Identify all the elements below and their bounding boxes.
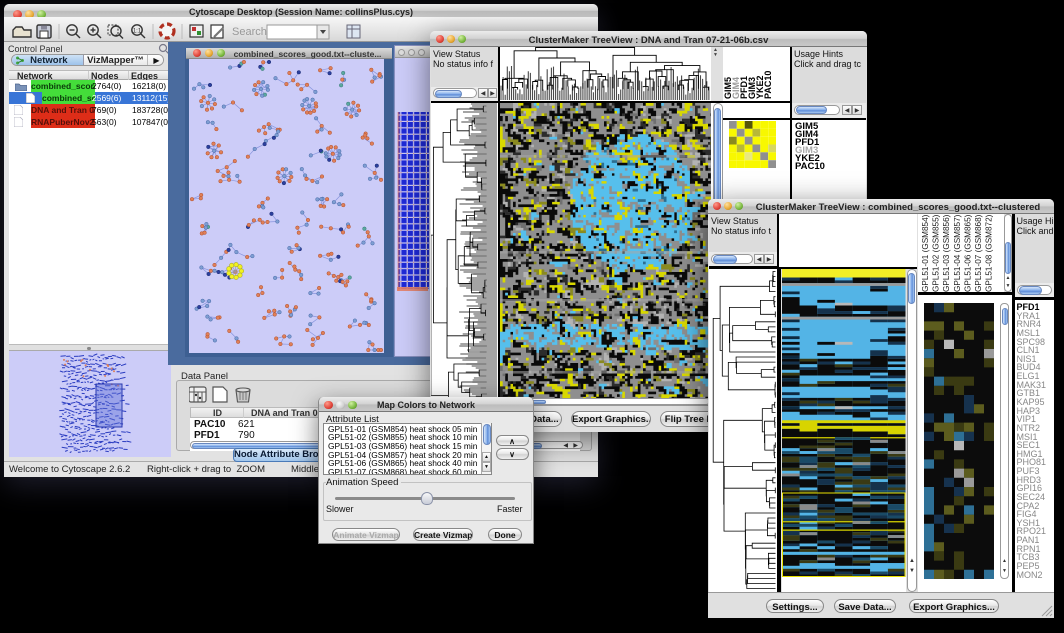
svg-text:GPL51-08 (GSM872): GPL51-08 (GSM872) — [985, 214, 994, 292]
svg-text:GPL51-07 (GSM868): GPL51-07 (GSM868) — [974, 214, 983, 292]
svg-text:GPL51-01 (GSM854): GPL51-01 (GSM854) — [921, 214, 930, 292]
svg-text:PAC10: PAC10 — [763, 70, 773, 98]
svg-text:Search:: Search: — [232, 26, 270, 38]
svg-text:1:1: 1:1 — [133, 29, 142, 35]
svg-text:GPL51-02 (GSM855): GPL51-02 (GSM855) — [932, 214, 941, 292]
svg-text:GPL51-06 (GSM865): GPL51-06 (GSM865) — [963, 214, 972, 292]
svg-text:GPL51-03 (GSM856): GPL51-03 (GSM856) — [942, 214, 951, 292]
svg-text:GPL51-04 (GSM857): GPL51-04 (GSM857) — [953, 214, 962, 292]
